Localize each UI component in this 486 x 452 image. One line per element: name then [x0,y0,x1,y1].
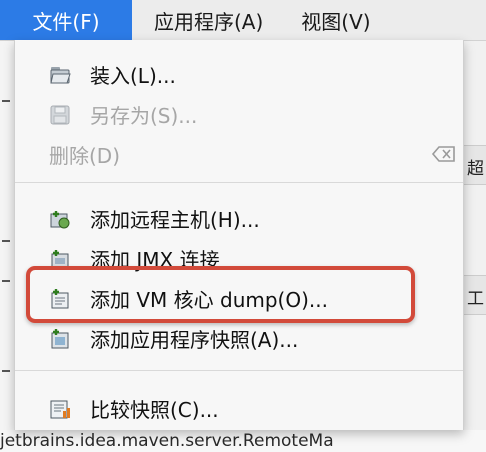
menu-item-save-as: 另存为(S)... [15,94,463,134]
menu-item-add-snapshot[interactable]: 添加应用程序快照(A)... [15,318,463,358]
bg-mark [2,370,10,372]
menu-separator [15,370,463,371]
background-tree-row: jetbrains.idea.maven.server.RemoteMa [0,430,486,452]
menu-item-label: 删除(D) [49,143,121,168]
menu-file[interactable]: 文件(F) [0,0,132,40]
menu-item-label: 添加应用程序快照(A)... [90,327,299,352]
bg-glyph: 超 [467,159,484,179]
save-disk-icon [49,104,71,126]
bg-mark [2,100,10,102]
menu-item-compare-snapshots[interactable]: 比较快照(C)... [15,388,463,428]
menu-item-label: 添加远程主机(H)... [90,207,260,232]
menu-item-add-remote-host[interactable]: 添加远程主机(H)... [15,198,463,238]
delete-key-icon [431,144,457,169]
bg-toolbar-strip: 超 [463,145,486,185]
bg-mark [2,240,10,242]
bg-mark [2,280,10,282]
bg-toolbar-strip: 工 [463,275,486,315]
add-remote-host-icon [49,208,71,230]
menu-bar: 文件(F) 应用程序(A) 视图(V) [0,0,486,41]
file-dropdown-menu: 装入(L)... 另存为(S)... 删除(D) 添加远程主机(H)... 添加… [14,40,464,430]
folder-open-icon [49,64,71,86]
menu-item-load[interactable]: 装入(L)... [15,54,463,94]
menu-separator [15,182,463,183]
menu-item-label: 比较快照(C)... [90,397,219,422]
menu-item-label: 装入(L)... [90,63,176,88]
annotation-highlight [26,266,415,323]
background-tree-text: jetbrains.idea.maven.server.RemoteMa [0,431,334,451]
bg-glyph: 工 [467,289,484,309]
menu-item-label: 另存为(S)... [90,103,198,128]
background-window-left-edge [0,40,15,452]
menu-application[interactable]: 应用程序(A) [132,0,275,40]
add-snapshot-icon [49,328,71,350]
background-window-right-edge: 超 工 [462,40,486,452]
menu-item-delete: 删除(D) [15,134,463,174]
menu-view[interactable]: 视图(V) [275,0,386,40]
compare-snapshots-icon [49,398,71,420]
